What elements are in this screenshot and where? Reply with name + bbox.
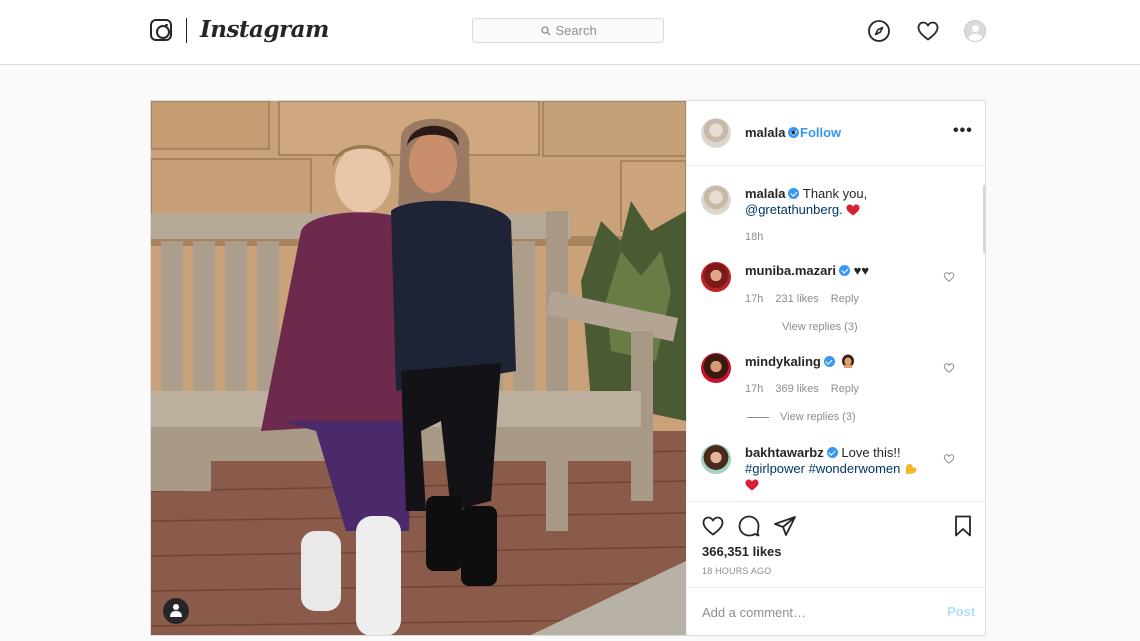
comment-input[interactable] — [702, 602, 922, 622]
view-replies-button[interactable]: View replies (3) — [747, 411, 856, 423]
comment-username[interactable]: muniba.mazari — [745, 263, 836, 278]
more-options-icon[interactable]: ••• — [953, 122, 973, 140]
verified-badge-icon — [788, 188, 800, 199]
instagram-glyph-icon[interactable] — [150, 19, 172, 41]
comment-text: bakhtawarbz Love this!! #girlpower #wond… — [745, 445, 935, 493]
caption-username[interactable]: malala — [745, 186, 785, 201]
verified-badge-icon — [823, 356, 835, 367]
comments-list[interactable]: malala Thank you, @gretathunberg. 18h mu… — [687, 167, 986, 501]
red-heart-icon — [745, 479, 759, 491]
post-sidebar: malala • Follow ••• malala Thank you, @g… — [686, 101, 986, 635]
reply-button[interactable]: Reply — [831, 383, 859, 395]
comment-username[interactable]: mindykaling — [745, 354, 821, 369]
like-comment-icon[interactable] — [943, 362, 955, 374]
comment-avatar[interactable] — [701, 262, 731, 292]
like-heart-icon[interactable] — [701, 514, 725, 538]
comment-meta: 17h 369 likes Reply — [745, 383, 871, 395]
add-comment-bar: Post — [687, 587, 986, 635]
logo-divider — [186, 18, 187, 43]
comment-text: mindykaling — [745, 354, 855, 370]
red-heart-icon — [846, 204, 860, 216]
profile-avatar[interactable] — [964, 20, 986, 42]
heart-icon[interactable] — [916, 19, 940, 43]
share-paper-plane-icon[interactable] — [773, 514, 797, 538]
hashtag-links[interactable]: #girlpower #wonderwomen — [745, 461, 900, 476]
comment-avatar[interactable] — [701, 353, 731, 383]
likes-count[interactable]: 366,351 likes — [702, 544, 782, 559]
comment-meta: 17h 231 likes Reply — [745, 293, 871, 305]
like-comment-icon[interactable] — [943, 271, 955, 283]
post-image — [151, 101, 686, 635]
replies-divider — [747, 416, 769, 418]
caption-body: Thank you, — [802, 186, 868, 201]
post-comment-button[interactable]: Post — [947, 604, 975, 619]
comment-body: ♥♥ — [853, 263, 870, 278]
post-header: malala • Follow ••• — [687, 101, 986, 166]
compass-icon[interactable] — [867, 19, 891, 43]
post-photo[interactable] — [151, 101, 686, 635]
like-comment-icon[interactable] — [943, 453, 955, 465]
verified-badge-icon — [839, 265, 851, 276]
top-nav: Instagram — [0, 0, 1140, 65]
comment-bubble-icon[interactable] — [737, 514, 761, 538]
caption-time: 18h — [745, 231, 764, 243]
caption-avatar[interactable] — [701, 185, 731, 215]
author-avatar[interactable] — [701, 118, 731, 148]
reply-button[interactable]: Reply — [831, 293, 859, 305]
comment-username[interactable]: bakhtawarbz — [745, 445, 824, 460]
search-box[interactable] — [472, 18, 664, 43]
comment-avatar[interactable] — [701, 444, 731, 474]
post-card: malala • Follow ••• malala Thank you, @g… — [150, 100, 986, 636]
flexed-biceps-icon — [905, 464, 917, 474]
comment-body: Love this!! — [841, 445, 901, 460]
caption-text: malala Thank you, @gretathunberg. — [745, 186, 945, 218]
comment-likes[interactable]: 231 likes — [775, 293, 818, 305]
search-input[interactable] — [555, 23, 596, 38]
comments-scrollbar[interactable] — [983, 185, 986, 253]
header-separator: • — [791, 125, 796, 140]
mention-link[interactable]: @gretathunberg. — [745, 202, 843, 217]
post-timestamp[interactable]: 18 HOURS AGO — [702, 566, 771, 576]
verified-badge-icon — [826, 447, 838, 458]
tagged-users-icon[interactable] — [163, 598, 189, 624]
comment-time: 17h — [745, 383, 764, 395]
comment-time: 17h — [745, 293, 764, 305]
follow-button[interactable]: Follow — [800, 125, 841, 140]
comment-text: muniba.mazari ♥♥ — [745, 263, 869, 279]
view-replies-button[interactable]: View replies (3) — [782, 321, 858, 333]
instagram-wordmark[interactable]: Instagram — [200, 16, 329, 43]
bookmark-icon[interactable] — [951, 514, 975, 538]
post-actions: 366,351 likes 18 HOURS AGO — [687, 501, 986, 587]
woman-emoji-icon — [842, 354, 855, 368]
search-icon — [540, 25, 550, 35]
comment-likes[interactable]: 369 likes — [775, 383, 818, 395]
